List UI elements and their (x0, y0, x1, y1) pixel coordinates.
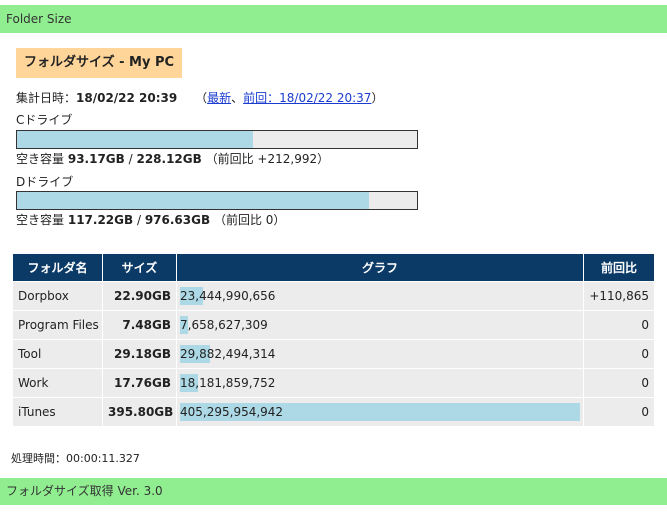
aggregation-line: 集計日時：18/02/22 20:39 （最新、前回：18/02/22 20:3… (16, 90, 383, 106)
header-diff: 前回比 (583, 253, 655, 282)
folder-bytes: 29,882,494,314 (180, 347, 276, 361)
folder-name: iTunes (12, 397, 103, 427)
drive-d-free: 117.22GB (67, 213, 134, 227)
drive-d-label: Dドライブ (16, 175, 74, 189)
drive-c-diff: （前回比 +212,992） (205, 152, 330, 166)
table-row: Work 17.76GB 18,181,859,752 0 (12, 368, 655, 398)
drive-d-free-space: 空き容量 117.22GB / 976.63GB （前回比 0） (16, 212, 285, 228)
folder-name: Dorpbox (12, 281, 103, 311)
aggregation-label: 集計日時： (16, 91, 77, 105)
folder-name: Work (12, 368, 103, 398)
header-size: サイズ (102, 253, 177, 282)
folder-name: Tool (12, 339, 103, 369)
drive-c-free-space: 空き容量 93.17GB / 228.12GB （前回比 +212,992） (16, 151, 329, 167)
table-header-row: フォルダ名 サイズ グラフ 前回比 (12, 253, 655, 282)
app-footer: フォルダサイズ取得 Ver. 3.0 (0, 478, 667, 505)
drive-d-diff: （前回比 0） (213, 213, 286, 227)
drive-c-usage-fill (17, 131, 253, 148)
app-header: Folder Size (0, 5, 667, 33)
page-title: フォルダサイズ - My PC (16, 48, 183, 78)
link-separator: 、 (231, 91, 244, 105)
folder-graph: 29,882,494,314 (176, 339, 584, 369)
free-label: 空き容量 (16, 213, 65, 227)
drive-c-usage-bar (16, 130, 418, 149)
drive-c-total: 228.12GB (136, 152, 202, 166)
drive-d-total: 976.63GB (144, 213, 211, 227)
folder-graph: 23,444,990,656 (176, 281, 584, 311)
table-row: iTunes 395.80GB 405,295,954,942 0 (12, 397, 655, 427)
paren-open: （ (195, 91, 208, 105)
paren-close: ） (371, 91, 384, 105)
processing-time: 処理時間：00:00:11.327 (11, 452, 140, 465)
folder-name: Program Files (12, 310, 103, 340)
header-folder-name: フォルダ名 (12, 253, 103, 282)
table-row: Program Files 7.48GB 7,658,627,309 0 (12, 310, 655, 340)
folder-bytes: 7,658,627,309 (180, 318, 268, 332)
folder-diff: 0 (583, 368, 655, 398)
folder-bytes: 405,295,954,942 (180, 405, 284, 419)
folder-size: 395.80GB (102, 397, 177, 427)
drive-c-free: 93.17GB (67, 152, 125, 166)
latest-link[interactable]: 最新 (207, 91, 231, 105)
slash: / (133, 213, 145, 227)
aggregation-datetime: 18/02/22 20:39 (76, 91, 178, 105)
drive-d-usage-fill (17, 192, 369, 209)
folder-size: 17.76GB (102, 368, 177, 398)
folder-graph: 7,658,627,309 (176, 310, 584, 340)
folder-diff: 0 (583, 339, 655, 369)
folder-size: 29.18GB (102, 339, 177, 369)
table-row: Dorpbox 22.90GB 23,444,990,656 +110,865 (12, 281, 655, 311)
folder-size: 7.48GB (102, 310, 177, 340)
drive-c-label: Cドライブ (16, 113, 73, 127)
header-graph: グラフ (176, 253, 584, 282)
folder-bytes: 18,181,859,752 (180, 376, 276, 390)
folder-size-table: フォルダ名 サイズ グラフ 前回比 Dorpbox 22.90GB 23,444… (12, 253, 655, 427)
folder-diff: 0 (583, 397, 655, 427)
folder-graph: 18,181,859,752 (176, 368, 584, 398)
folder-size: 22.90GB (102, 281, 177, 311)
folder-diff: +110,865 (583, 281, 655, 311)
free-label: 空き容量 (16, 152, 65, 166)
folder-bytes: 23,444,990,656 (180, 289, 276, 303)
folder-graph: 405,295,954,942 (176, 397, 584, 427)
folder-diff: 0 (583, 310, 655, 340)
previous-link[interactable]: 前回：18/02/22 20:37 (243, 91, 371, 105)
table-row: Tool 29.18GB 29,882,494,314 0 (12, 339, 655, 369)
slash: / (124, 152, 137, 166)
drive-d-usage-bar (16, 191, 418, 210)
